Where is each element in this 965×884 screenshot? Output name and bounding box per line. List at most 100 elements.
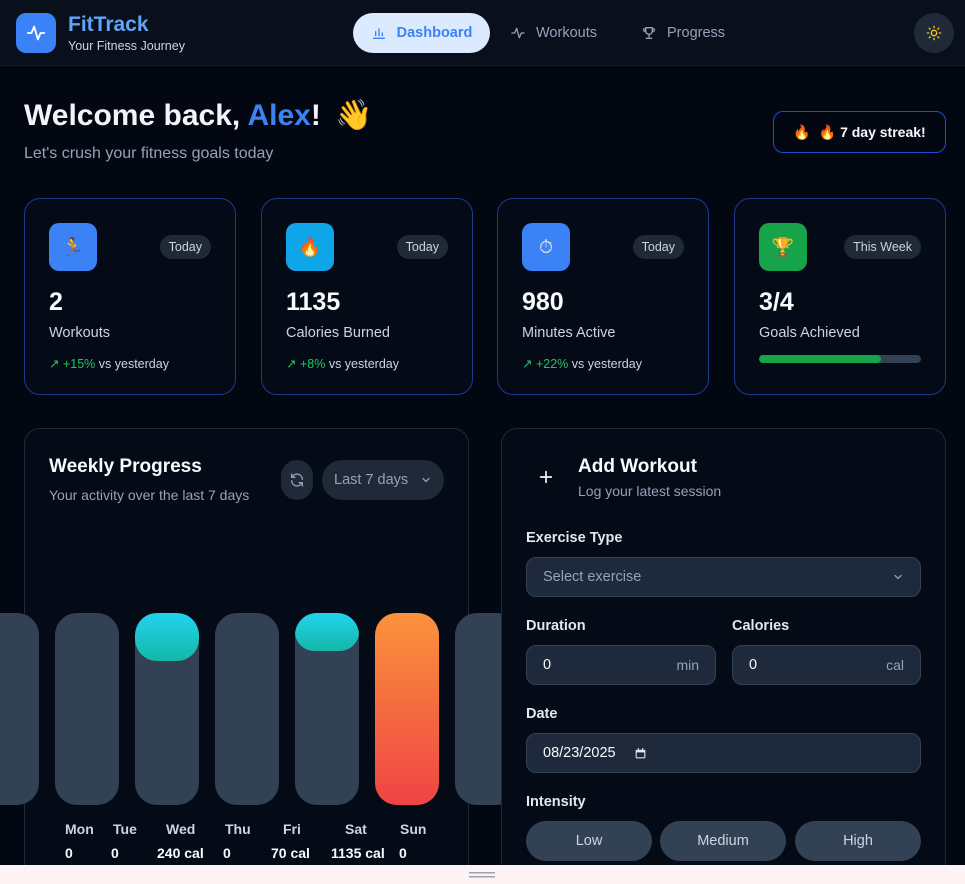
trend-value: +8% xyxy=(299,357,326,371)
trophy-icon xyxy=(642,27,656,39)
intensity-low-button[interactable]: Low xyxy=(526,821,652,861)
exercise-type-placeholder: Select exercise xyxy=(543,569,642,585)
day-label: Fri xyxy=(283,821,301,837)
duration-unit: min xyxy=(676,657,699,673)
day-label: Wed xyxy=(166,821,196,837)
bar-sat xyxy=(375,613,439,805)
day-value: 0 xyxy=(223,845,231,861)
grip-icon xyxy=(468,871,495,877)
user-name: Alex xyxy=(247,99,311,132)
trend-value: +22% xyxy=(535,357,569,371)
day-value: 240 cal xyxy=(157,845,204,861)
calendar-icon[interactable] xyxy=(634,747,647,760)
range-select[interactable]: Last 7 days xyxy=(322,460,444,500)
calories-input[interactable]: 0 cal xyxy=(732,645,921,685)
welcome-suffix: ! xyxy=(310,99,321,132)
trend-value: +15% xyxy=(62,357,96,371)
stat-badge: Today xyxy=(396,235,448,259)
resize-handle[interactable] xyxy=(0,865,965,884)
stat-card-workouts: 🏃 Today 2 Workouts ↗ +15% vs yesterday xyxy=(24,198,236,395)
calories-value: 0 xyxy=(749,657,758,673)
stopwatch-icon: ⏱ xyxy=(522,223,570,271)
nav-workouts-label: Workouts xyxy=(536,25,597,41)
trend-suffix: vs yesterday xyxy=(571,357,642,371)
duration-value: 0 xyxy=(543,657,552,673)
bar-fri xyxy=(295,613,359,805)
duration-input[interactable]: 0 min xyxy=(526,645,716,685)
day-label: Mon xyxy=(65,821,94,837)
theme-toggle-button[interactable] xyxy=(914,13,954,53)
trend-up-icon: ↗ xyxy=(286,357,297,371)
logo[interactable] xyxy=(16,13,56,53)
stat-trend: ↗ +8% vs yesterday xyxy=(286,356,399,371)
brand-tagline: Your Fitness Journey xyxy=(68,39,185,53)
day-value: 1135 cal xyxy=(331,845,385,861)
range-select-value: Last 7 days xyxy=(334,472,409,488)
nav-dashboard-label: Dashboard xyxy=(396,25,473,41)
bar-fill xyxy=(295,613,359,651)
welcome-heading: Welcome back, Alex! 👋 xyxy=(24,98,373,133)
exercise-type-select[interactable]: Select exercise xyxy=(526,557,921,597)
stat-trend: ↗ +15% vs yesterday xyxy=(49,356,169,371)
fire-icon: 🔥 xyxy=(286,223,334,271)
bar-mon xyxy=(0,613,39,805)
goals-progress-bar xyxy=(759,355,921,363)
stat-label: Calories Burned xyxy=(286,325,390,341)
goals-progress-fill xyxy=(759,355,881,363)
trophy-icon: 🏆 xyxy=(759,223,807,271)
streak-label: 🔥 7 day streak! xyxy=(818,123,926,140)
chevron-down-icon xyxy=(894,574,902,580)
day-label: Thu xyxy=(225,821,251,837)
stat-card-goals: 🏆 This Week 3/4 Goals Achieved xyxy=(734,198,946,395)
stat-badge: Today xyxy=(632,235,684,259)
intensity-label: Intensity xyxy=(526,794,586,810)
calories-unit: cal xyxy=(886,657,904,673)
day-value: 0 xyxy=(111,845,119,861)
weekly-progress-subtitle: Your activity over the last 7 days xyxy=(49,487,250,503)
nav-dashboard[interactable]: Dashboard xyxy=(353,13,490,53)
weekly-progress-title: Weekly Progress xyxy=(49,456,202,477)
stat-value: 1135 xyxy=(286,288,341,316)
trend-suffix: vs yesterday xyxy=(98,357,169,371)
welcome-subtitle: Let's crush your fitness goals today xyxy=(24,145,274,162)
day-value: 0 xyxy=(399,845,407,861)
exercise-type-label: Exercise Type xyxy=(526,530,623,546)
duration-label: Duration xyxy=(526,618,586,634)
intensity-high-button[interactable]: High xyxy=(795,821,921,861)
stat-label: Workouts xyxy=(49,325,110,341)
wave-emoji: 👋 xyxy=(335,99,373,132)
stat-label: Minutes Active xyxy=(522,325,616,341)
welcome-prefix: Welcome back, xyxy=(24,99,248,132)
add-workout-button[interactable] xyxy=(532,463,560,491)
runner-icon: 🏃 xyxy=(49,223,97,271)
stat-card-minutes: ⏱ Today 980 Minutes Active ↗ +22% vs yes… xyxy=(497,198,709,395)
nav-progress[interactable]: Progress xyxy=(623,13,743,53)
plus-icon xyxy=(539,470,553,484)
app-header: FitTrack Your Fitness Journey Dashboard … xyxy=(0,0,965,66)
fire-icon: 🔥 xyxy=(793,123,811,140)
stat-value: 980 xyxy=(522,288,564,316)
refresh-icon xyxy=(291,473,303,487)
day-label: Sat xyxy=(345,821,367,837)
activity-icon xyxy=(26,25,46,41)
chevron-down-icon xyxy=(422,477,430,483)
stat-card-calories: 🔥 Today 1135 Calories Burned ↗ +8% vs ye… xyxy=(261,198,473,395)
bar-thu xyxy=(215,613,279,805)
stat-trend: ↗ +22% vs yesterday xyxy=(522,356,642,371)
nav-workouts[interactable]: Workouts xyxy=(492,13,615,53)
stat-label: Goals Achieved xyxy=(759,325,860,341)
stat-badge: This Week xyxy=(844,235,921,259)
date-label: Date xyxy=(526,706,558,722)
stat-value: 3/4 xyxy=(759,288,794,316)
day-value: 0 xyxy=(65,845,73,861)
day-label: Sun xyxy=(400,821,427,837)
stat-value: 2 xyxy=(49,288,63,316)
date-value: 08/23/2025 xyxy=(543,745,616,761)
brand-name: FitTrack xyxy=(68,13,149,36)
date-input[interactable]: 08/23/2025 xyxy=(526,733,921,773)
intensity-medium-button[interactable]: Medium xyxy=(660,821,786,861)
day-value: 70 cal xyxy=(271,845,310,861)
streak-badge: 🔥 🔥 7 day streak! xyxy=(773,111,946,153)
refresh-button[interactable] xyxy=(281,460,313,500)
stat-badge: Today xyxy=(159,235,211,259)
